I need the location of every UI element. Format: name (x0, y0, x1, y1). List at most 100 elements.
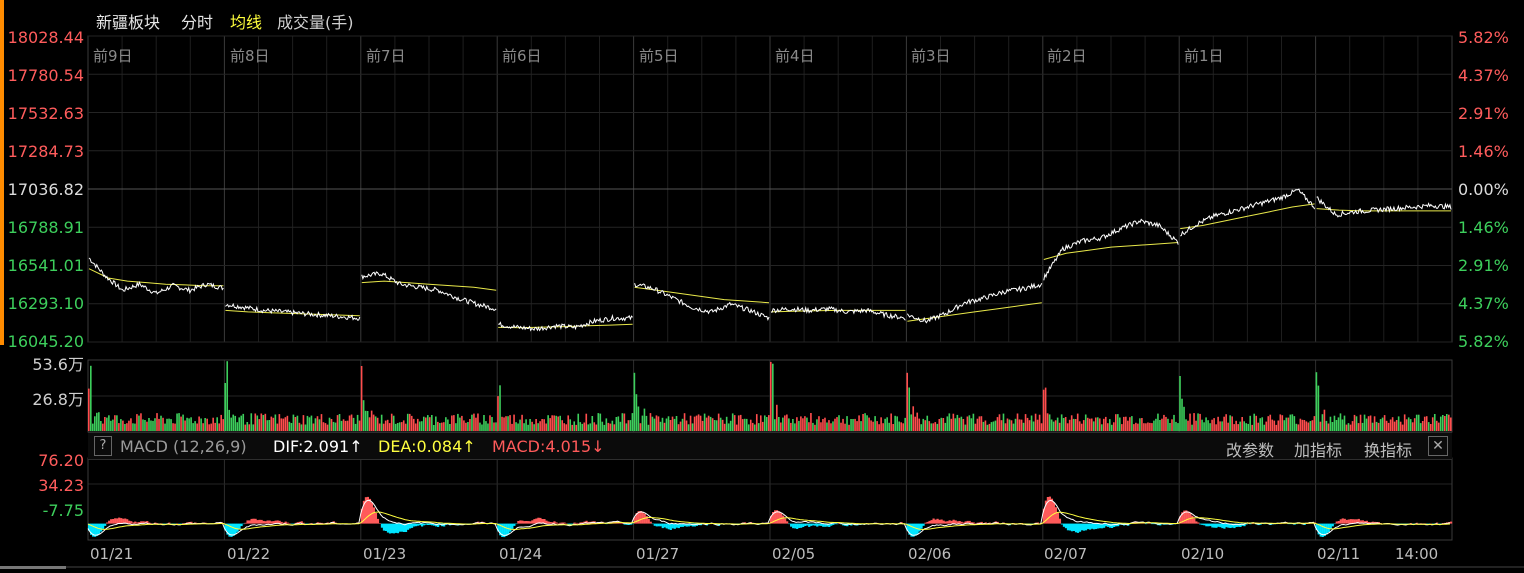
macd-bar (796, 523, 799, 529)
volume-bar (563, 423, 565, 431)
macd-bar (104, 523, 107, 526)
edit-params-button[interactable]: 改参数 (1226, 437, 1274, 461)
bottom-scrollbar-thumb[interactable] (0, 566, 66, 569)
macd-bar (112, 519, 115, 524)
volume-bar (1337, 417, 1340, 431)
volume-bar (1269, 414, 1272, 431)
volume-bar (1433, 414, 1436, 431)
volume-bar (683, 413, 686, 431)
volume-bar (408, 413, 411, 431)
volume-bar (208, 424, 210, 431)
macd-bar (1205, 523, 1208, 527)
volume-bar (238, 417, 241, 431)
volume-bar (188, 418, 190, 431)
macd-bar (836, 523, 839, 525)
volume-bar (461, 415, 463, 431)
volume-bar (499, 385, 501, 431)
volume-bar (1008, 419, 1011, 431)
volume-bar (1056, 417, 1059, 431)
volume-bar (605, 418, 608, 431)
volume-bar (228, 409, 231, 431)
volume-bar (142, 419, 144, 431)
macd-bar (1335, 521, 1338, 524)
volume-bar (202, 423, 204, 431)
macd-bar (1094, 523, 1098, 529)
macd-indicator-name[interactable]: MACD (12,26,9) (120, 437, 247, 456)
macd-bar (132, 522, 135, 524)
volume-bar (1100, 424, 1103, 431)
switch-indicator-button[interactable]: 换指标 (1364, 437, 1412, 461)
macd-bar (1215, 523, 1218, 528)
volume-bar (834, 418, 836, 431)
volume-bar (601, 421, 604, 431)
volume-bar (599, 413, 602, 431)
volume-bar (396, 423, 399, 431)
volume-bar (1139, 418, 1141, 431)
volume-bar (1032, 421, 1035, 431)
macd-bar (1145, 523, 1148, 525)
macd-bar (563, 522, 566, 524)
volume-bar (200, 418, 202, 431)
volume-bar (1333, 415, 1336, 431)
volume-bar (625, 423, 628, 431)
volume-bar (1327, 423, 1330, 431)
volume-bar (250, 413, 253, 431)
volume-bar (1010, 420, 1013, 431)
volume-bar (545, 423, 547, 431)
volume-bar (479, 422, 481, 431)
volume-bar (1020, 419, 1023, 431)
volume-bar (284, 417, 287, 431)
volume-bar (374, 416, 377, 431)
volume-bar (477, 413, 479, 431)
volume-bar (459, 417, 461, 431)
help-icon[interactable]: ? (94, 436, 112, 456)
volume-bar (324, 423, 327, 431)
volume-bar (424, 417, 427, 431)
volume-bar (368, 417, 371, 431)
volume-bar (886, 417, 888, 431)
volume-bar (922, 418, 925, 431)
volume-bar (952, 413, 955, 431)
volume-bar (1275, 424, 1278, 431)
volume-bar (112, 419, 114, 431)
volume-bar (240, 415, 243, 431)
volume-bar (924, 420, 927, 431)
volume-bar (824, 417, 826, 431)
volume-bar (252, 424, 255, 431)
volume-bar (910, 414, 913, 431)
volume-bar (1305, 421, 1308, 431)
volume-bar (1445, 414, 1448, 431)
volume-bar (1281, 415, 1284, 431)
volume-bar (529, 419, 531, 431)
volume-bar (1155, 418, 1157, 431)
volume-bar (90, 365, 92, 431)
macd-bar (410, 523, 414, 528)
volume-bar (731, 413, 734, 431)
volume-bar (555, 415, 557, 431)
volume-bar (1299, 418, 1302, 431)
volume-bar (366, 411, 369, 431)
volume-bar (1111, 424, 1113, 431)
volume-bar (1403, 414, 1406, 431)
volume-bar (587, 424, 590, 431)
volume-bar (936, 423, 939, 431)
volume-bar (759, 415, 762, 431)
volume-bar (1419, 423, 1422, 431)
volume-bar (541, 419, 543, 431)
volume-bar (565, 424, 568, 431)
macd-bar (802, 523, 805, 527)
macd-bar (1213, 523, 1216, 528)
add-indicator-button[interactable]: 加指标 (1294, 437, 1342, 461)
volume-bar (1104, 416, 1107, 431)
volume-bar (1090, 418, 1093, 431)
vertical-grid (121, 36, 1419, 540)
macd-bar (810, 523, 813, 526)
volume-bar (100, 421, 102, 431)
volume-bar (1265, 421, 1268, 431)
macd-bar (1221, 523, 1224, 529)
volume-bar (364, 410, 367, 431)
volume-bar (984, 420, 987, 431)
close-icon[interactable]: ✕ (1428, 436, 1448, 456)
volume-bar (581, 423, 584, 431)
volume-bar (182, 414, 184, 431)
